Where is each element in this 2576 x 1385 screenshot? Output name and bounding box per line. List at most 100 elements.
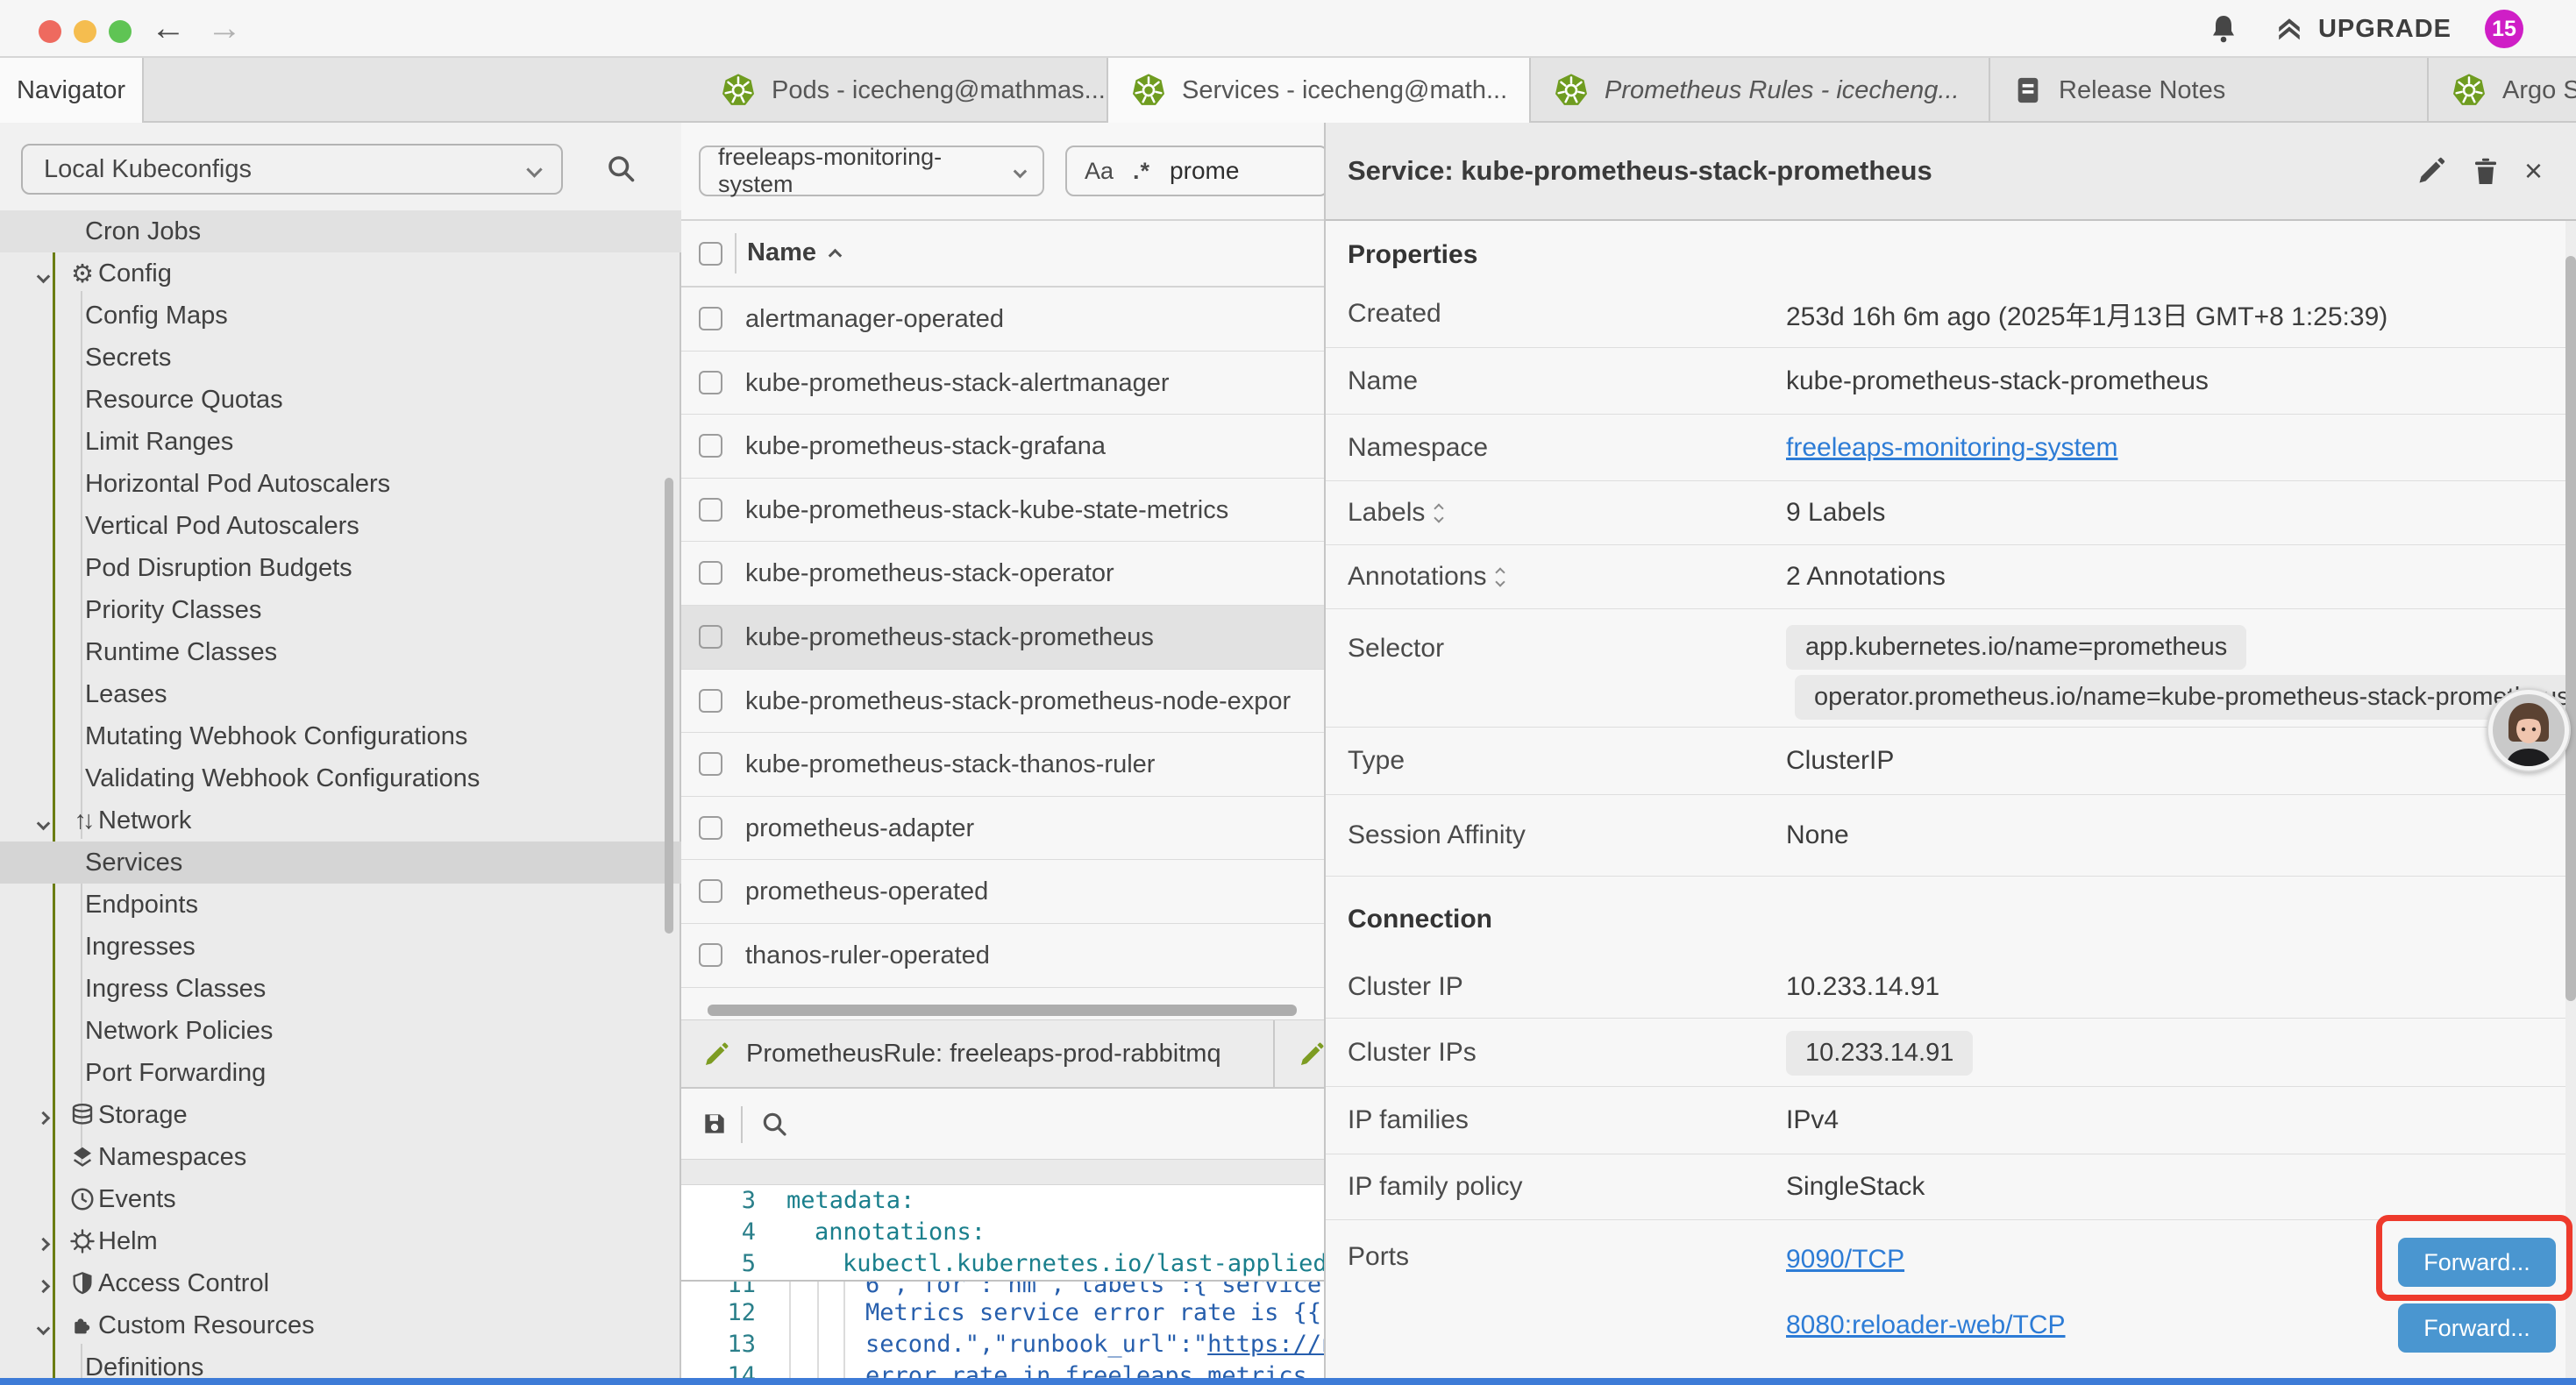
back-icon[interactable]: ← xyxy=(151,7,186,49)
sidebar-item-network[interactable]: ↑↓Network xyxy=(0,799,681,842)
chevron-down-icon xyxy=(1014,164,1027,177)
clock-icon xyxy=(68,1185,96,1213)
sidebar-item-helm[interactable]: Helm xyxy=(0,1220,681,1262)
sidebar-item-resource-quotas[interactable]: Resource Quotas xyxy=(0,379,681,421)
table-row[interactable]: kube-prometheus-stack-operator xyxy=(681,542,1324,606)
sidebar-item-mutating-webhook-configurations[interactable]: Mutating Webhook Configurations xyxy=(0,715,681,757)
sidebar-item-limit-ranges[interactable]: Limit Ranges xyxy=(0,421,681,463)
row-checkbox[interactable] xyxy=(699,689,722,713)
row-checkbox[interactable] xyxy=(699,879,722,903)
sidebar-item-config-maps[interactable]: Config Maps xyxy=(0,295,681,337)
table-row[interactable]: prometheus-operated xyxy=(681,860,1324,924)
sidebar-item-storage[interactable]: Storage xyxy=(0,1094,681,1136)
close-window-button[interactable] xyxy=(39,20,61,43)
namespace-select[interactable]: freeleaps-monitoring-system xyxy=(699,146,1044,196)
forward-button-8080[interactable]: Forward... xyxy=(2398,1303,2556,1353)
tab-prometheus-rules[interactable]: Prometheus Rules - icecheng... xyxy=(1531,58,1990,123)
upgrade-button[interactable]: UPGRADE xyxy=(2273,14,2451,44)
row-checkbox[interactable] xyxy=(699,307,722,330)
sidebar-item-cron-jobs[interactable]: Cron Jobs xyxy=(0,210,681,252)
sidebar-item-custom-resources[interactable]: Custom Resources xyxy=(0,1304,681,1346)
kubeconfig-select[interactable]: Local Kubeconfigs xyxy=(21,144,563,195)
row-checkbox[interactable] xyxy=(699,816,722,840)
tab-services[interactable]: Services - icecheng@math... × xyxy=(1108,58,1531,123)
table-row[interactable]: thanos-ruler-operated xyxy=(681,924,1324,988)
avatar[interactable] xyxy=(2487,688,2571,772)
minimize-window-button[interactable] xyxy=(74,20,96,43)
table-row[interactable]: kube-prometheus-stack-thanos-ruler xyxy=(681,733,1324,797)
sidebar-item-runtime-classes[interactable]: Runtime Classes xyxy=(0,631,681,673)
sidebar-item-pod-disruption-budgets[interactable]: Pod Disruption Budgets xyxy=(0,547,681,589)
sidebar-item-config[interactable]: ⚙Config xyxy=(0,252,681,295)
detail-scrollbar-thumb[interactable] xyxy=(2565,256,2576,1001)
trash-icon[interactable] xyxy=(2470,155,2501,187)
sidebar-item-services[interactable]: Services xyxy=(0,842,681,884)
notification-badge[interactable]: 15 xyxy=(2485,10,2523,48)
sidebar-scrollbar[interactable] xyxy=(665,478,673,934)
table-row[interactable]: alertmanager-operated xyxy=(681,288,1324,352)
maximize-window-button[interactable] xyxy=(109,20,132,43)
tab-navigator[interactable]: Navigator xyxy=(0,58,144,123)
table-row[interactable]: kube-prometheus-stack-grafana xyxy=(681,415,1324,479)
bell-icon[interactable] xyxy=(2208,13,2239,45)
close-icon[interactable]: × xyxy=(2524,153,2543,189)
select-all-checkbox[interactable] xyxy=(699,242,722,266)
editor-tab-next[interactable] xyxy=(1277,1020,1324,1088)
layers-icon xyxy=(68,1143,96,1171)
sidebar-item-ingresses[interactable]: Ingresses xyxy=(0,926,681,968)
yaml-editor[interactable]: 3metadata: 4annotations: 5kubectl.kubern… xyxy=(681,1185,1324,1385)
table-row[interactable]: kube-prometheus-stack-kube-state-metrics xyxy=(681,479,1324,543)
sidebar-item-vertical-pod-autoscalers[interactable]: Vertical Pod Autoscalers xyxy=(0,505,681,547)
sidebar-item-port-forwarding[interactable]: Port Forwarding xyxy=(0,1052,681,1094)
detail-scrollbar-track[interactable] xyxy=(2565,221,2576,1385)
match-case-toggle[interactable]: Aa xyxy=(1085,158,1114,185)
sidebar-item-priority-classes[interactable]: Priority Classes xyxy=(0,589,681,631)
namespace-link[interactable]: freeleaps-monitoring-system xyxy=(1786,433,2117,462)
screen-share-indicator-bar xyxy=(0,1378,2576,1385)
editor-tab-bar: PrometheusRule: freeleaps-prod-rabbitmq xyxy=(681,1019,1324,1089)
editor-tab-prometheusrule[interactable]: PrometheusRule: freeleaps-prod-rabbitmq xyxy=(681,1020,1275,1088)
sidebar-item-events[interactable]: Events xyxy=(0,1178,681,1220)
sidebar-item-namespaces[interactable]: Namespaces xyxy=(0,1136,681,1178)
port-link-9090[interactable]: 9090/TCP xyxy=(1786,1245,1904,1275)
expand-collapse-icon[interactable] xyxy=(1497,569,1504,586)
table-row[interactable]: kube-prometheus-stack-prometheus-node-ex… xyxy=(681,670,1324,734)
row-checkbox[interactable] xyxy=(699,434,722,458)
search-icon[interactable] xyxy=(760,1110,788,1138)
filter-input[interactable]: Aa .* prome xyxy=(1065,146,1328,196)
table-row[interactable]: prometheus-adapter xyxy=(681,797,1324,861)
sidebar-item-validating-webhook-configurations[interactable]: Validating Webhook Configurations xyxy=(0,757,681,799)
regex-toggle[interactable]: .* xyxy=(1133,158,1150,185)
sidebar-item-endpoints[interactable]: Endpoints xyxy=(0,884,681,926)
port-link-8080[interactable]: 8080:reloader-web/TCP xyxy=(1786,1310,2066,1340)
tab-release-notes[interactable]: Release Notes xyxy=(1990,58,2429,123)
name-column-header[interactable]: Name xyxy=(747,238,840,267)
sidebar-item-horizontal-pod-autoscalers[interactable]: Horizontal Pod Autoscalers xyxy=(0,463,681,505)
cluster-ips-row: Cluster IPs 10.233.14.91 xyxy=(1326,1019,2576,1087)
row-checkbox[interactable] xyxy=(699,371,722,394)
sidebar-item-leases[interactable]: Leases xyxy=(0,673,681,715)
row-checkbox[interactable] xyxy=(699,561,722,585)
gear-icon: ⚙ xyxy=(68,259,96,288)
sidebar-item-access-control[interactable]: Access Control xyxy=(0,1262,681,1304)
forward-icon[interactable]: → xyxy=(207,7,242,49)
edit-icon[interactable] xyxy=(2416,155,2447,187)
table-horizontal-scrollbar[interactable] xyxy=(708,1005,1297,1016)
expand-collapse-icon[interactable] xyxy=(1435,505,1442,522)
tab-pods[interactable]: Pods - icecheng@mathmas... xyxy=(698,58,1108,123)
app-window: ← → UPGRADE 15 Navigator Pods - icecheng… xyxy=(0,0,2576,1385)
tab-argo[interactable]: Argo Se xyxy=(2429,58,2576,123)
row-checkbox[interactable] xyxy=(699,498,722,522)
sidebar-item-network-policies[interactable]: Network Policies xyxy=(0,1010,681,1052)
sidebar-item-ingress-classes[interactable]: Ingress Classes xyxy=(0,968,681,1010)
runbook-url-link[interactable]: https://netdata xyxy=(1207,1331,1324,1358)
table-row-selected[interactable]: kube-prometheus-stack-prometheus xyxy=(681,606,1324,670)
row-checkbox[interactable] xyxy=(699,625,722,649)
save-icon[interactable] xyxy=(701,1110,729,1138)
row-checkbox[interactable] xyxy=(699,943,722,967)
sidebar-item-secrets[interactable]: Secrets xyxy=(0,337,681,379)
close-tab-icon[interactable]: × xyxy=(1523,75,1531,105)
search-icon[interactable] xyxy=(605,153,637,184)
table-row[interactable]: kube-prometheus-stack-alertmanager xyxy=(681,352,1324,416)
row-checkbox[interactable] xyxy=(699,752,722,776)
